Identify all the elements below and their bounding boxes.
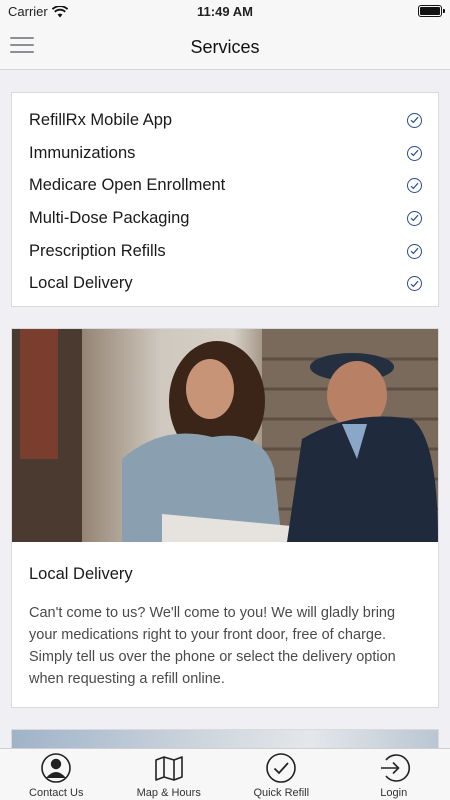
check-circle-icon xyxy=(266,753,297,783)
service-item-label: Medicare Open Enrollment xyxy=(29,176,226,195)
card-description: Can't come to us? We'll come to you! We … xyxy=(29,605,396,687)
check-circle-icon xyxy=(407,112,422,128)
tab-contact-us[interactable]: Contact Us xyxy=(0,749,113,800)
check-circle-icon xyxy=(407,178,422,194)
delivery-photo xyxy=(12,329,438,542)
tab-map-hours[interactable]: Map & Hours xyxy=(113,749,226,800)
login-icon xyxy=(380,754,410,782)
service-item-label: Local Delivery xyxy=(29,274,133,293)
tab-label: Quick Refill xyxy=(253,787,310,799)
service-item-immunizations[interactable]: Immunizations xyxy=(12,137,438,170)
services-list-card: RefillRx Mobile App Immunizations Medica… xyxy=(11,92,439,307)
tab-label: Contact Us xyxy=(29,787,84,799)
service-item-local-delivery[interactable]: Local Delivery xyxy=(12,267,438,300)
service-item-label: RefillRx Mobile App xyxy=(29,110,173,129)
tab-label: Map & Hours xyxy=(136,787,201,799)
battery-icon xyxy=(418,5,445,17)
map-icon xyxy=(154,756,183,781)
card-title: Local Delivery xyxy=(29,565,133,583)
person-circle-icon xyxy=(41,753,72,783)
service-item-label: Immunizations xyxy=(29,143,136,162)
tab-label: Login xyxy=(380,787,408,799)
service-item-label: Multi-Dose Packaging xyxy=(29,208,190,227)
service-item-medicare[interactable]: Medicare Open Enrollment xyxy=(12,169,438,202)
tab-bar: Contact Us Map & Hours Quick Refill Logi… xyxy=(0,748,450,800)
tab-quick-refill[interactable]: Quick Refill xyxy=(225,749,338,800)
status-bar: Carrier 11:49 AM xyxy=(0,0,450,24)
service-item-label: Prescription Refills xyxy=(29,241,166,260)
service-item-multi-dose[interactable]: Multi-Dose Packaging xyxy=(12,202,438,235)
check-circle-icon xyxy=(407,276,422,292)
service-item-refillrx-app[interactable]: RefillRx Mobile App xyxy=(12,104,438,137)
service-item-prescription-refills[interactable]: Prescription Refills xyxy=(12,235,438,268)
check-circle-icon xyxy=(407,145,422,161)
page-title: Services xyxy=(190,37,260,57)
local-delivery-card[interactable]: Local Delivery Can't come to us? We'll c… xyxy=(11,328,439,708)
check-circle-icon xyxy=(407,243,422,259)
next-service-card-peek[interactable] xyxy=(11,729,439,748)
check-circle-icon xyxy=(407,210,422,226)
clock: 11:49 AM xyxy=(197,4,253,19)
navigation-bar: Services xyxy=(0,24,450,70)
scroll-content[interactable]: RefillRx Mobile App Immunizations Medica… xyxy=(0,70,450,748)
tab-login[interactable]: Login xyxy=(338,749,450,800)
